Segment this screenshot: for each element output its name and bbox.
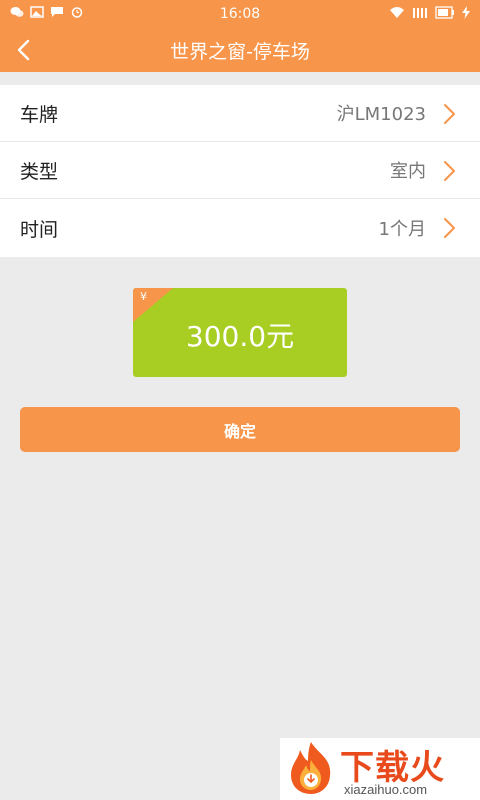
wifi-icon xyxy=(390,7,404,18)
signal-icon xyxy=(413,8,427,18)
title-bar: 世界之窗-停车场 xyxy=(0,28,480,72)
row-label-type: 类型 xyxy=(20,160,59,183)
system-icons xyxy=(389,6,470,19)
watermark-url: xiazaihuo.com xyxy=(344,782,428,797)
price-card[interactable]: ¥ 300.0元 xyxy=(133,288,347,377)
charging-icon xyxy=(462,6,470,19)
row-value-plate: 沪LM1023 xyxy=(336,104,426,125)
confirm-button[interactable]: 确定 xyxy=(20,407,460,452)
chevron-right-icon xyxy=(444,161,455,181)
page-title: 世界之窗-停车场 xyxy=(170,41,310,63)
flame-logo-icon xyxy=(291,742,331,794)
price-amount: 300.0元 xyxy=(185,320,295,353)
form-list: 车牌 沪LM1023 类型 室内 时间 1个月 xyxy=(0,85,480,257)
chevron-right-icon xyxy=(444,104,455,124)
row-label-plate: 车牌 xyxy=(20,103,59,126)
row-value-duration: 1个月 xyxy=(378,219,426,240)
row-type[interactable]: 类型 室内 xyxy=(0,142,480,199)
currency-symbol: ¥ xyxy=(140,290,147,303)
row-plate[interactable]: 车牌 沪LM1023 xyxy=(0,85,480,142)
watermark: 下载火 xiazaihuo.com xyxy=(280,738,480,800)
status-bar: 16:08 xyxy=(0,0,480,28)
row-duration[interactable]: 时间 1个月 xyxy=(0,199,480,257)
row-label-duration: 时间 xyxy=(20,218,59,241)
chevron-right-icon xyxy=(444,218,455,238)
row-value-type: 室内 xyxy=(390,161,426,182)
battery-icon xyxy=(435,6,454,19)
